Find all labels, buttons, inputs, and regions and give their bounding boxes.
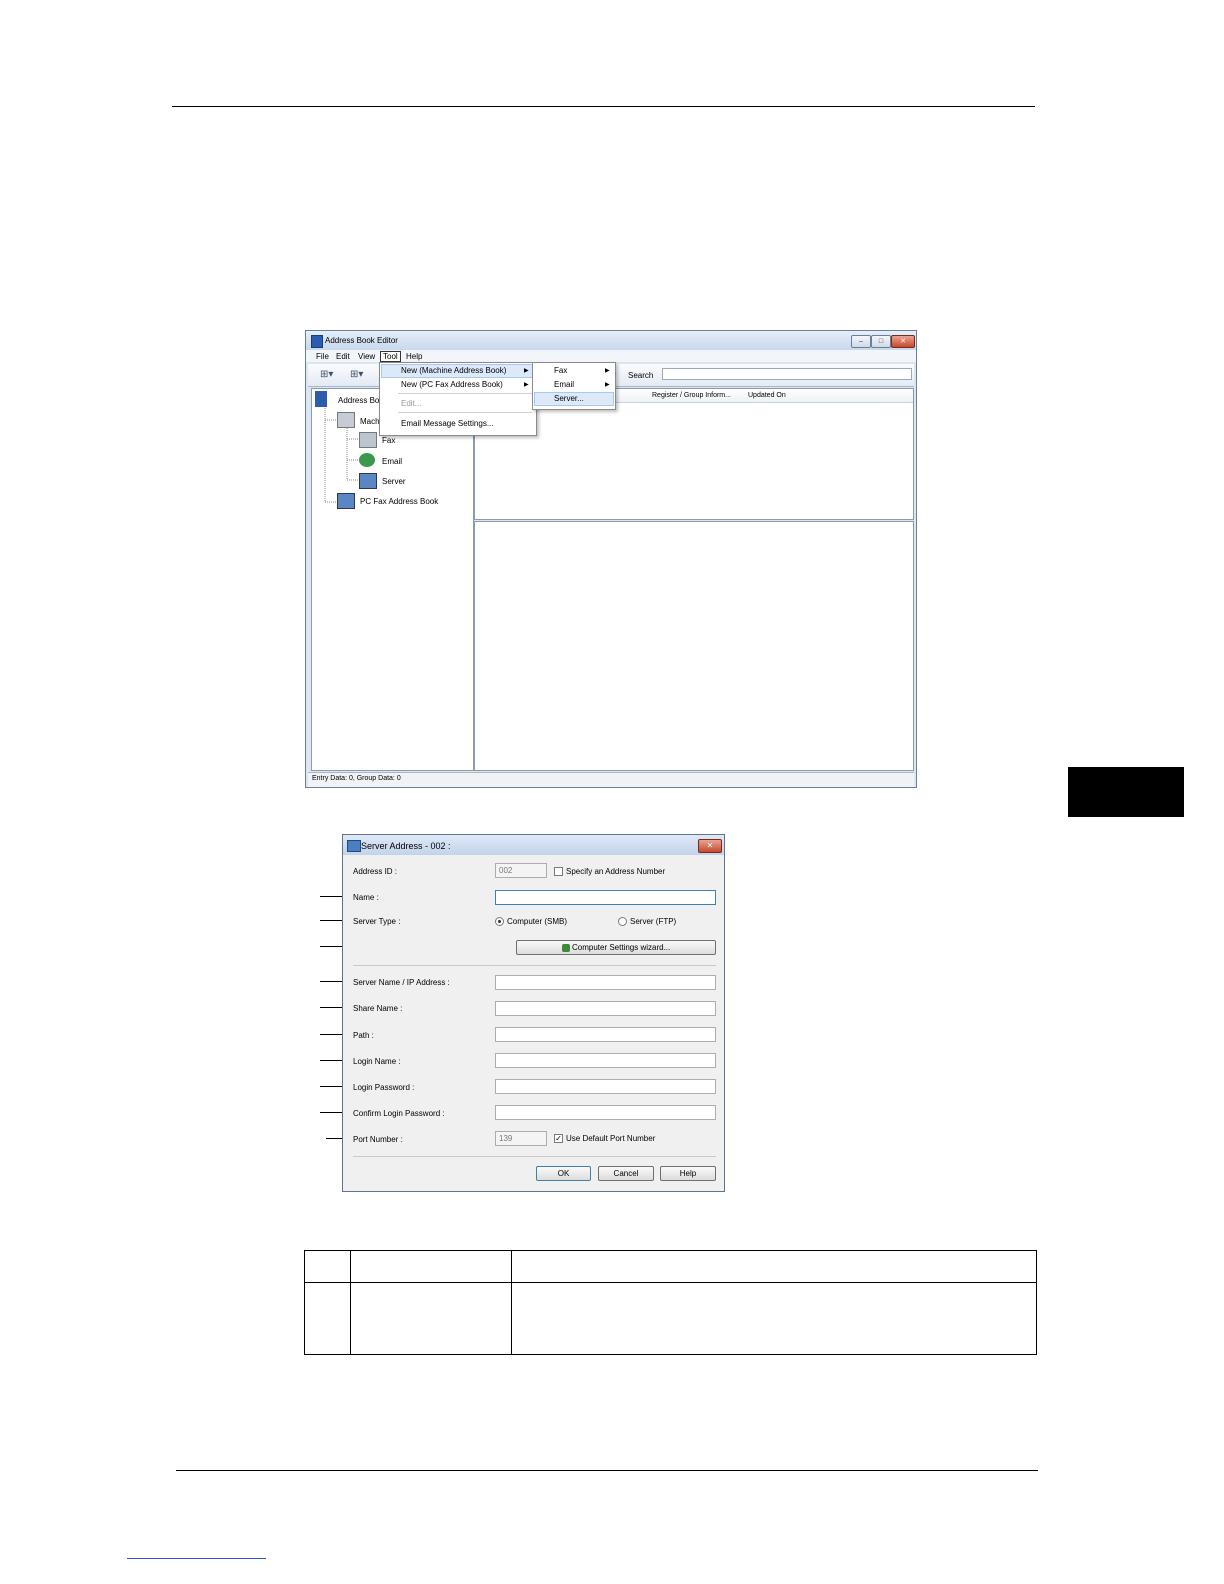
radio-computer-smb[interactable]	[495, 917, 504, 926]
tool-menu: New (Machine Address Book) ▶ New (PC Fax…	[379, 362, 537, 436]
new-group-dropdown-icon[interactable]: ⊞▾	[350, 368, 370, 382]
login-name-label: Login Name :	[353, 1057, 401, 1066]
submenu-item-server[interactable]: Server...	[554, 394, 584, 403]
maximize-button[interactable]: □	[871, 335, 891, 348]
radio-computer-smb-label: Computer (SMB)	[507, 917, 568, 926]
tree-item-pc-fax-address-book[interactable]: PC Fax Address Book	[360, 497, 438, 506]
computer-settings-wizard-button[interactable]: Computer Settings wizard...	[516, 940, 716, 955]
port-number-field[interactable]: 139	[495, 1131, 547, 1146]
new-entry-dropdown-icon[interactable]: ⊞▾	[320, 368, 340, 382]
path-field[interactable]	[495, 1027, 716, 1042]
menu-item-email-message-settings[interactable]: Email Message Settings...	[401, 419, 493, 428]
cancel-button[interactable]: Cancel	[598, 1166, 654, 1181]
address-id-field[interactable]: 002	[495, 863, 547, 878]
shield-icon	[561, 943, 570, 952]
menu-separator	[398, 393, 532, 394]
tree-item-address-book[interactable]: Address Boo	[338, 396, 384, 405]
path-label: Path :	[353, 1031, 374, 1040]
wizard-button-label: Computer Settings wizard...	[571, 943, 671, 952]
name-field[interactable]	[495, 890, 716, 905]
login-password-field[interactable]	[495, 1079, 716, 1094]
name-label: Name :	[353, 893, 379, 902]
search-input[interactable]	[662, 368, 912, 380]
fax-icon	[359, 432, 377, 448]
table-column-divider	[350, 1251, 351, 1354]
column-register-group[interactable]: Register / Group Inform...	[652, 392, 731, 399]
address-book-root-icon	[315, 391, 327, 407]
use-default-port-checkbox[interactable]: ✓	[554, 1134, 563, 1143]
column-updated-on[interactable]: Updated On	[748, 392, 786, 399]
radio-server-ftp-label: Server (FTP)	[630, 917, 677, 926]
minimize-button[interactable]: –	[851, 335, 871, 348]
tree-item-email[interactable]: Email	[382, 457, 402, 466]
address-book-editor-window: Address Book Editor – □ ✕ File Edit View…	[305, 330, 917, 788]
dialog-title: Server Address - 002 :	[361, 841, 451, 851]
machine-icon	[337, 412, 355, 428]
menu-item-new-machine-address-book[interactable]: New (Machine Address Book)	[401, 366, 506, 375]
share-name-label: Share Name :	[353, 1004, 403, 1013]
server-address-icon	[347, 840, 361, 852]
menu-edit[interactable]: Edit	[336, 352, 350, 361]
email-icon	[359, 453, 375, 467]
new-machine-submenu: Fax ▶ Email ▶ Server...	[532, 362, 616, 410]
help-button[interactable]: Help	[660, 1166, 716, 1181]
status-text: Entry Data: 0, Group Data: 0	[312, 775, 401, 782]
editor-title: Address Book Editor	[325, 336, 398, 345]
table-row-divider	[305, 1282, 1036, 1283]
menu-tool[interactable]: Tool	[380, 351, 401, 362]
tree-item-fax[interactable]: Fax	[382, 436, 395, 445]
server-name-field[interactable]	[495, 975, 716, 990]
dialog-close-button[interactable]: ✕	[698, 839, 722, 853]
confirm-password-label: Confirm Login Password :	[353, 1109, 445, 1118]
footer-rule	[176, 1470, 1038, 1471]
specify-address-number-checkbox[interactable]	[554, 867, 563, 876]
menu-file[interactable]: File	[316, 352, 329, 361]
submenu-item-fax[interactable]: Fax	[554, 366, 567, 375]
chapter-tab	[1068, 767, 1184, 817]
ok-button[interactable]: OK	[536, 1166, 591, 1181]
server-address-dialog: Server Address - 002 : ✕ Address ID : 00…	[342, 834, 725, 1192]
menu-view[interactable]: View	[358, 352, 375, 361]
menu-item-edit[interactable]: Edit...	[401, 399, 421, 408]
tree-item-machine[interactable]: Mach	[360, 417, 380, 426]
tree-item-server[interactable]: Server	[382, 477, 406, 486]
submenu-arrow-icon: ▶	[605, 368, 610, 374]
radio-server-ftp[interactable]	[618, 917, 627, 926]
server-icon	[359, 473, 377, 489]
pc-fax-icon	[337, 493, 355, 509]
share-name-field[interactable]	[495, 1001, 716, 1016]
header-rule	[172, 106, 1035, 107]
confirm-password-field[interactable]	[495, 1105, 716, 1120]
submenu-arrow-icon: ▶	[605, 382, 610, 388]
address-id-label: Address ID :	[353, 867, 398, 876]
server-type-label: Server Type :	[353, 917, 401, 926]
detail-pane	[474, 521, 914, 771]
port-number-label: Port Number :	[353, 1135, 403, 1144]
table-column-divider	[511, 1251, 512, 1354]
address-book-app-icon	[311, 335, 323, 348]
server-name-label: Server Name / IP Address :	[353, 978, 450, 987]
login-name-field[interactable]	[495, 1053, 716, 1068]
footer-link-underline	[127, 1558, 266, 1559]
dialog-separator	[353, 1156, 716, 1157]
menu-separator	[398, 412, 532, 413]
dialog-separator	[353, 965, 716, 966]
description-table	[304, 1250, 1037, 1355]
login-password-label: Login Password :	[353, 1083, 415, 1092]
submenu-arrow-icon: ▶	[524, 382, 529, 388]
submenu-arrow-icon: ▶	[524, 368, 529, 374]
use-default-port-label: Use Default Port Number	[566, 1134, 656, 1143]
menu-help[interactable]: Help	[406, 352, 422, 361]
menu-item-new-pc-fax-address-book[interactable]: New (PC Fax Address Book)	[401, 380, 503, 389]
submenu-item-email[interactable]: Email	[554, 380, 574, 389]
search-label: Search	[628, 371, 654, 380]
specify-address-number-label: Specify an Address Number	[566, 867, 666, 876]
close-button[interactable]: ✕	[891, 335, 915, 348]
